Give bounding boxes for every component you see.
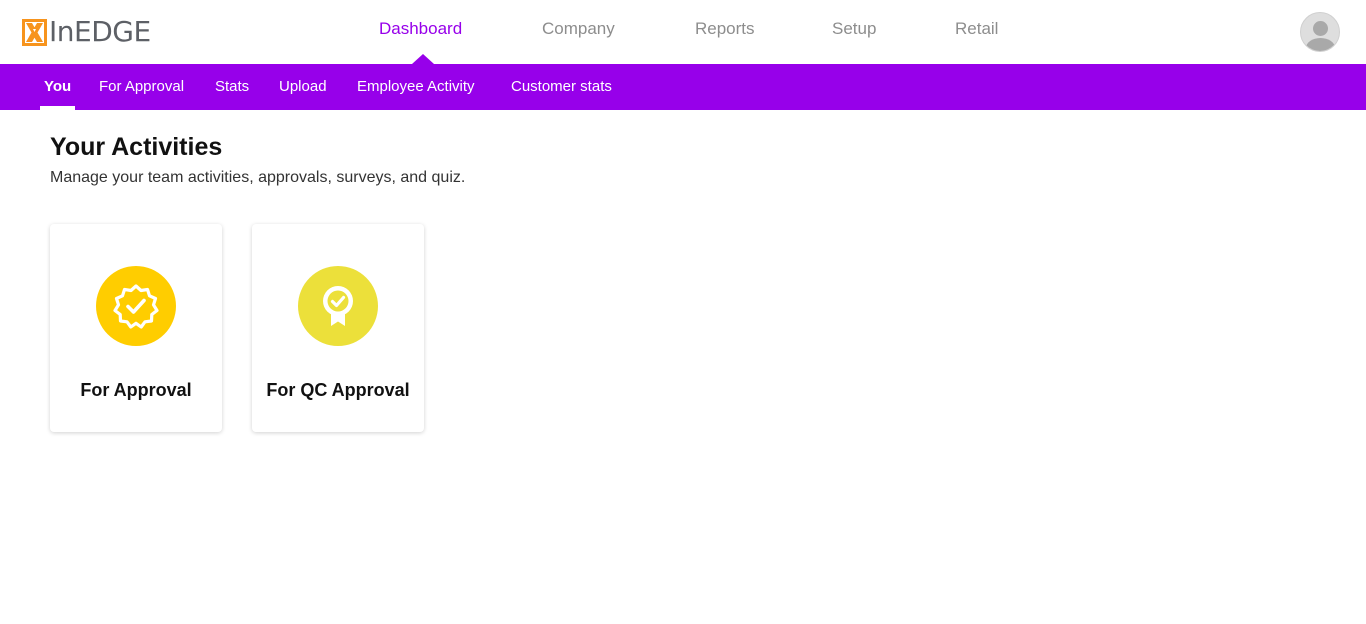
for-approval-label: For Approval [80,380,192,400]
page-title: Your Activities [50,133,223,161]
nav-company[interactable]: Company [542,18,615,40]
active-nav-caret [412,54,434,64]
nav-reports[interactable]: Reports [695,18,755,40]
subnav-you[interactable]: You [44,78,71,96]
avatar-head [1313,21,1328,36]
sub-navigation: You For Approval Stats Upload Employee A… [0,64,1366,110]
avatar-body [1306,38,1335,51]
nav-setup[interactable]: Setup [832,18,876,40]
subnav-active-underline [40,106,75,110]
for-qc-approval-card[interactable]: For QC Approval [252,224,424,432]
top-navigation: Dashboard Company Reports Setup Retail [0,0,1366,64]
subnav-stats[interactable]: Stats [215,78,249,96]
for-approval-card[interactable]: For Approval [50,224,222,432]
subnav-for-approval[interactable]: For Approval [99,78,184,96]
user-avatar-icon[interactable] [1300,12,1340,52]
subnav-employee-activity[interactable]: Employee Activity [357,78,475,96]
award-ribbon-icon [298,266,378,346]
top-header: InEDGE Dashboard Company Reports Setup R… [0,0,1366,64]
subnav-customer-stats[interactable]: Customer stats [511,78,612,96]
verified-badge-icon [96,266,176,346]
for-qc-approval-label: For QC Approval [266,380,410,400]
page-subtitle: Manage your team activities, approvals, … [50,169,466,186]
nav-retail[interactable]: Retail [955,18,998,40]
nav-dashboard[interactable]: Dashboard [379,18,462,40]
subnav-upload[interactable]: Upload [279,78,327,96]
